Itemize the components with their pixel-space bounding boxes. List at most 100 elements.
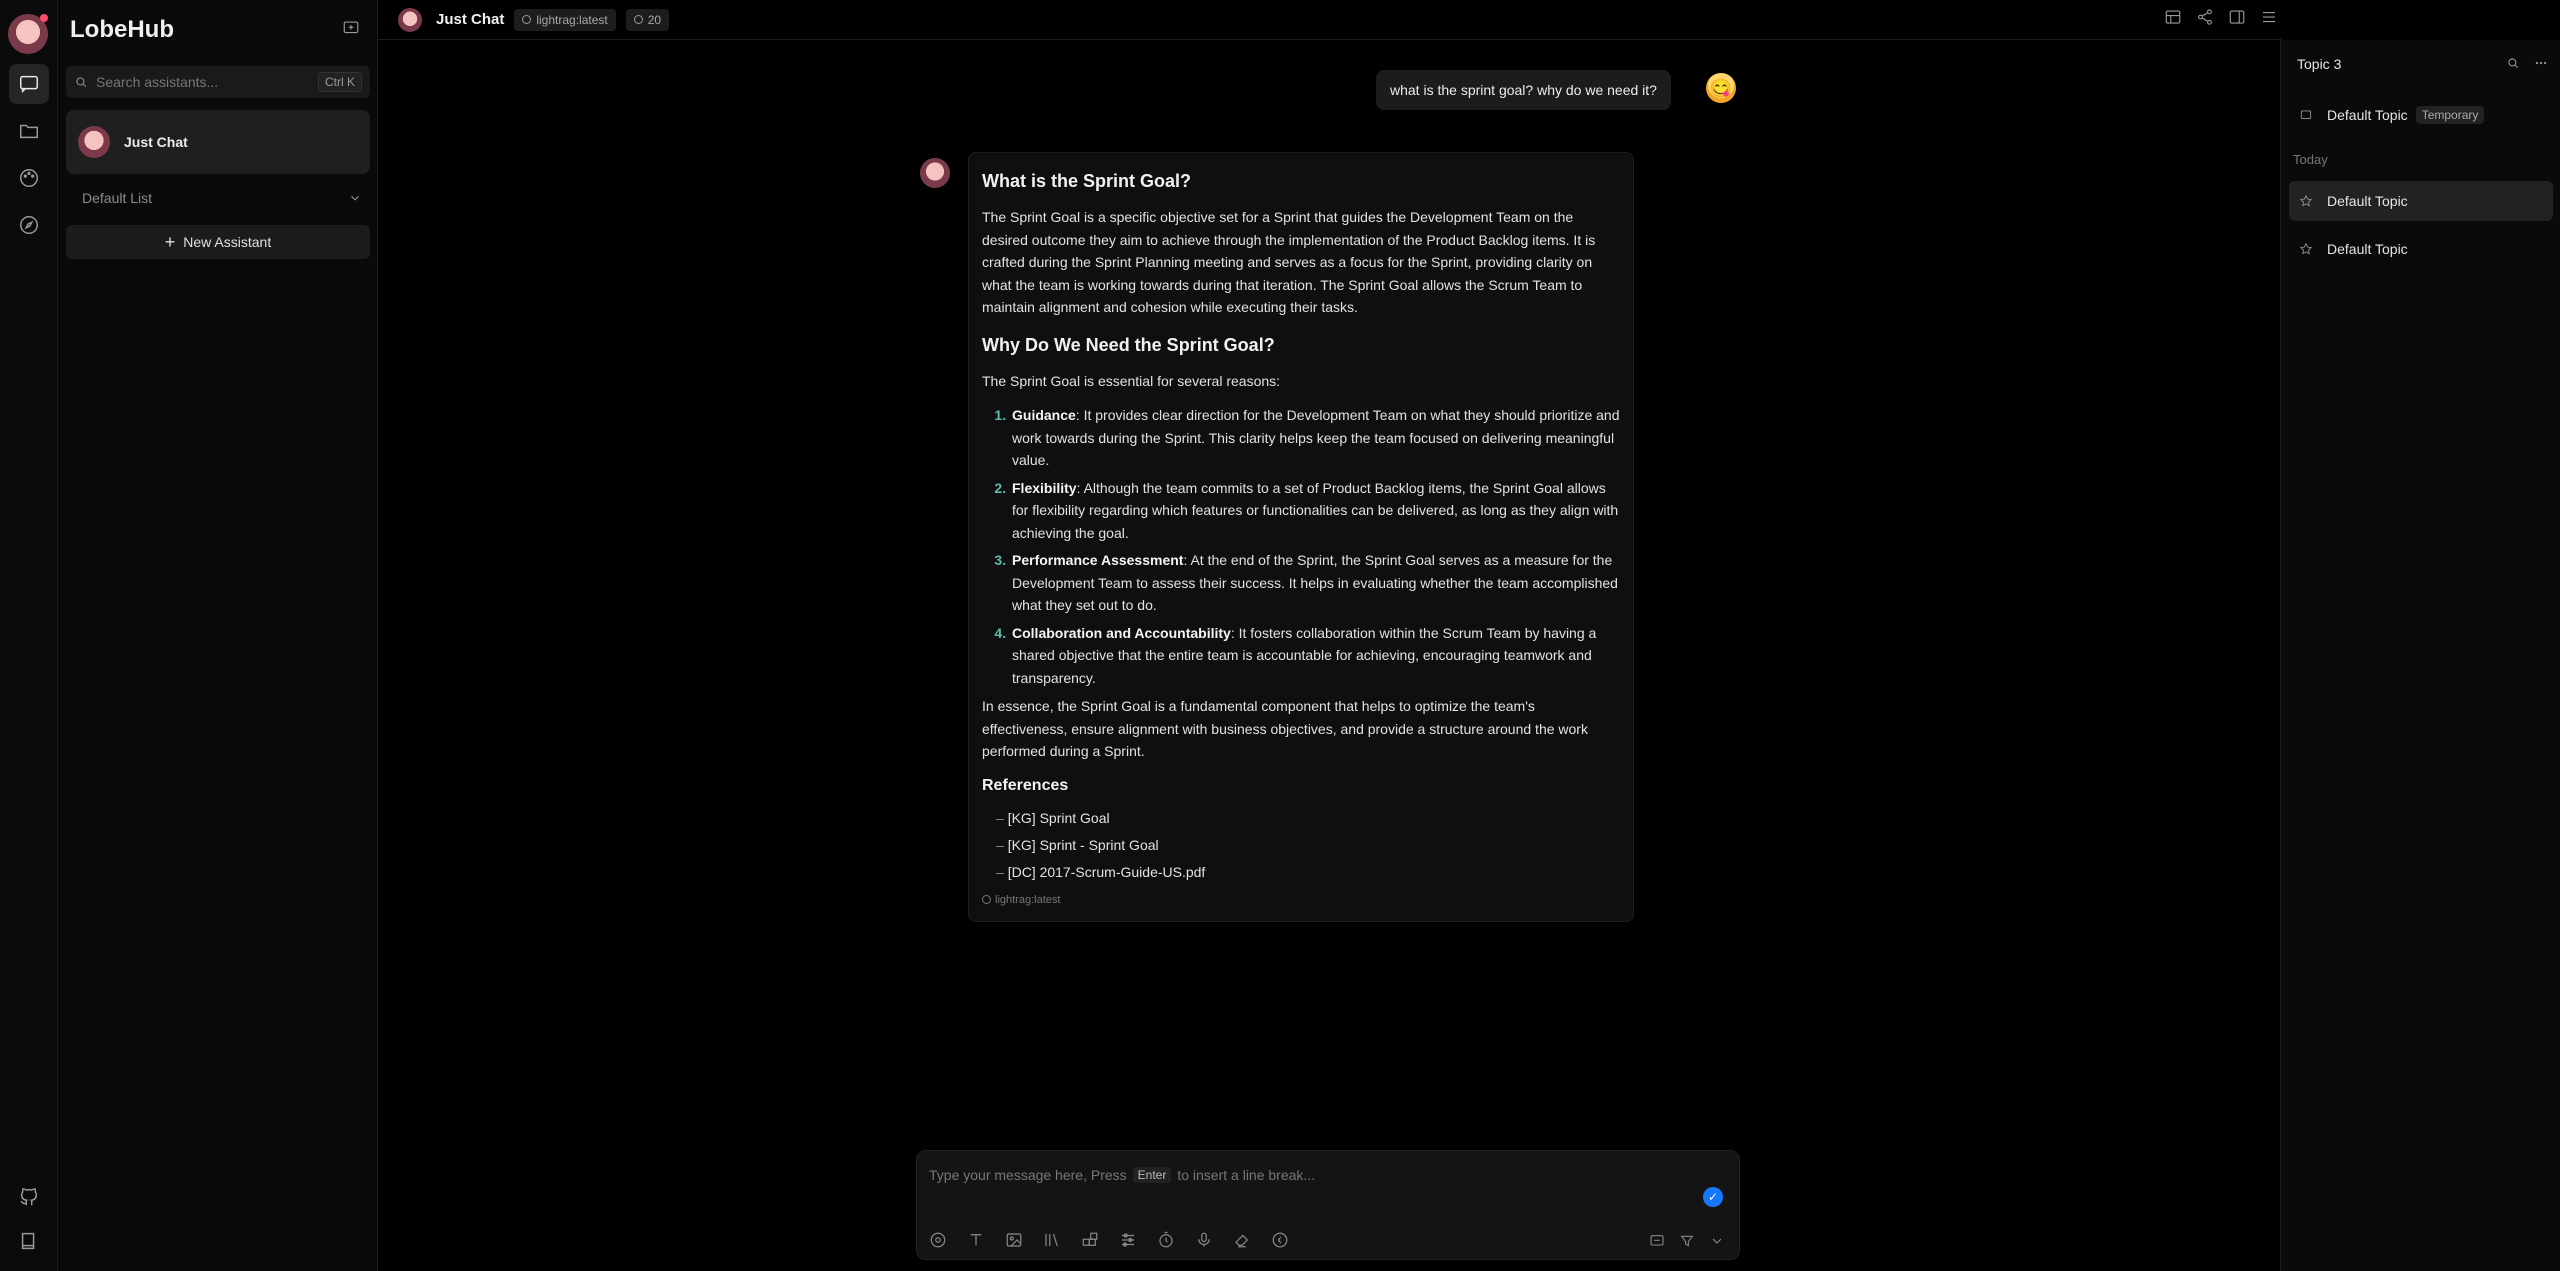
blocks-icon: [1082, 1232, 1098, 1246]
chat-icon: [20, 75, 38, 94]
params-button[interactable]: [1117, 1229, 1139, 1251]
check-icon[interactable]: ✓: [1703, 1187, 1723, 1207]
assistant-sidebar: LobeHub Ctrl K Just Chat Default List + …: [58, 0, 378, 1271]
reasons-list: Guidance: It provides clear direction fo…: [1010, 404, 1620, 689]
reason-text: : It provides clear direction for the De…: [1012, 407, 1620, 468]
chat-title: Just Chat: [436, 11, 505, 28]
reply-paragraph-2: The Sprint Goal is essential for several…: [982, 372, 1281, 389]
agent-avatar: [78, 126, 110, 158]
model-icon: [522, 15, 532, 24]
sliders-icon: [1122, 1233, 1134, 1247]
composer-right-tools: [1649, 1233, 1725, 1249]
token-info-button[interactable]: [1269, 1229, 1291, 1251]
history-tag[interactable]: 20: [625, 8, 670, 31]
knowledge-button[interactable]: [1041, 1229, 1063, 1251]
clear-button[interactable]: [1231, 1229, 1253, 1251]
assistant-message: What is the Sprint Goal? The Sprint Goal…: [968, 152, 1634, 922]
more-icon[interactable]: [2534, 56, 2548, 70]
reason-term: Guidance: [1012, 407, 1076, 423]
plugins-button[interactable]: [1079, 1229, 1101, 1251]
message-model-label: lightrag:latest: [995, 893, 1061, 906]
search-input[interactable]: [96, 74, 318, 90]
star-icon[interactable]: [2299, 194, 2313, 208]
model-tag-label: lightrag:latest: [536, 12, 608, 27]
list-item: Flexibility: Although the team commits t…: [1010, 477, 1620, 545]
library-icon: [1045, 1233, 1058, 1247]
default-list-header[interactable]: Default List: [82, 186, 362, 210]
voice-button[interactable]: [1193, 1229, 1215, 1251]
topics-panel: Topic 3 Default Topic Temporary Today De…: [2280, 40, 2560, 1271]
new-assistant-button[interactable]: + New Assistant: [66, 225, 370, 259]
files-nav-button[interactable]: [9, 111, 49, 151]
reason-term: Collaboration and Accountability: [1012, 624, 1231, 641]
text-icon: [970, 1234, 982, 1246]
toggle-panel-icon[interactable]: [2228, 8, 2246, 26]
message-composer[interactable]: Type your message here, Press Enter to i…: [916, 1150, 1740, 1260]
new-topic-icon[interactable]: [1649, 1233, 1665, 1249]
search-assistants[interactable]: Ctrl K: [66, 66, 370, 98]
icon-rail: [0, 0, 58, 1271]
topic-item[interactable]: Default Topic: [2289, 181, 2553, 221]
list-item: Performance Assessment: At the end of th…: [1010, 549, 1620, 617]
book-icon: [21, 1232, 35, 1250]
reference-link[interactable]: [KG] Sprint - Sprint Goal: [996, 832, 1620, 859]
history-icon: [633, 15, 643, 24]
discover-nav-button[interactable]: [9, 205, 49, 245]
star-icon[interactable]: [2299, 242, 2313, 256]
share-icon[interactable]: [2196, 8, 2214, 26]
reason-text: : Although the team commits to a set of …: [1012, 479, 1619, 541]
chevron-down-icon[interactable]: [1709, 1233, 1725, 1249]
reference-link[interactable]: [KG] Sprint Goal: [996, 805, 1620, 832]
topic-item-temporary[interactable]: Default Topic Temporary: [2289, 95, 2553, 135]
header-actions: [2164, 8, 2278, 26]
composer-tools: [927, 1229, 1291, 1251]
compass-icon: [20, 216, 38, 234]
model-select-button[interactable]: [927, 1229, 949, 1251]
agent-item-just-chat[interactable]: Just Chat: [66, 110, 370, 174]
references-list: [KG] Sprint Goal [KG] Sprint - Sprint Go…: [996, 805, 1620, 886]
eraser-icon: [1235, 1234, 1249, 1248]
reply-paragraph-3: In essence, the Sprint Goal is a fundame…: [982, 698, 1588, 759]
send-icon[interactable]: [1679, 1233, 1695, 1249]
user-avatar: 😋: [1706, 73, 1736, 103]
enter-key: Enter: [1132, 1167, 1172, 1183]
notification-dot: [40, 14, 48, 22]
topic-label: Default Topic: [2327, 241, 2408, 257]
chevron-down-icon: [351, 195, 359, 201]
topic-icon: [2300, 110, 2312, 119]
search-shortcut: Ctrl K: [318, 72, 362, 92]
model-tag[interactable]: lightrag:latest: [514, 8, 616, 31]
user-avatar-logo[interactable]: [8, 14, 48, 54]
brand-name: LobeHub: [70, 16, 174, 43]
topics-title: Topic 3: [2297, 56, 2342, 72]
menu-icon[interactable]: [2260, 8, 2278, 26]
image-nav-button[interactable]: [9, 158, 49, 198]
assistant-avatar: [920, 158, 950, 188]
agent-name: Just Chat: [124, 134, 188, 150]
topic-label: Default Topic: [2327, 193, 2408, 209]
at-icon: [930, 1232, 946, 1248]
temporary-badge: Temporary: [2415, 106, 2485, 124]
header-avatar[interactable]: [398, 7, 422, 32]
placeholder-text: to insert a line break...: [1177, 1167, 1316, 1183]
search-icon[interactable]: [2506, 56, 2520, 70]
docs-button[interactable]: [9, 1221, 49, 1261]
reference-link[interactable]: [DC] 2017-Scrum-Guide-US.pdf: [996, 859, 1620, 886]
image-upload-button[interactable]: [1003, 1229, 1025, 1251]
text-format-button[interactable]: [965, 1229, 987, 1251]
user-message: what is the sprint goal? why do we need …: [1376, 70, 1671, 110]
history-count: 20: [647, 12, 662, 27]
reply-heading-1: What is the Sprint Goal?: [982, 171, 1192, 191]
chat-nav-button[interactable]: [9, 64, 49, 104]
references-heading: References: [982, 776, 1069, 794]
composer-placeholder[interactable]: Type your message here, Press Enter to i…: [929, 1167, 1315, 1183]
layout-icon[interactable]: [2164, 8, 2182, 26]
list-label: Default List: [82, 190, 153, 206]
topic-item[interactable]: Default Topic: [2289, 229, 2553, 269]
reason-term: Performance Assessment: [1012, 552, 1184, 568]
reply-paragraph-1: The Sprint Goal is a specific objective …: [982, 209, 1596, 315]
github-button[interactable]: [9, 1177, 49, 1217]
message-model: lightrag:latest: [982, 894, 1620, 906]
history-limit-button[interactable]: [1155, 1229, 1177, 1251]
new-chat-button[interactable]: [337, 14, 365, 42]
